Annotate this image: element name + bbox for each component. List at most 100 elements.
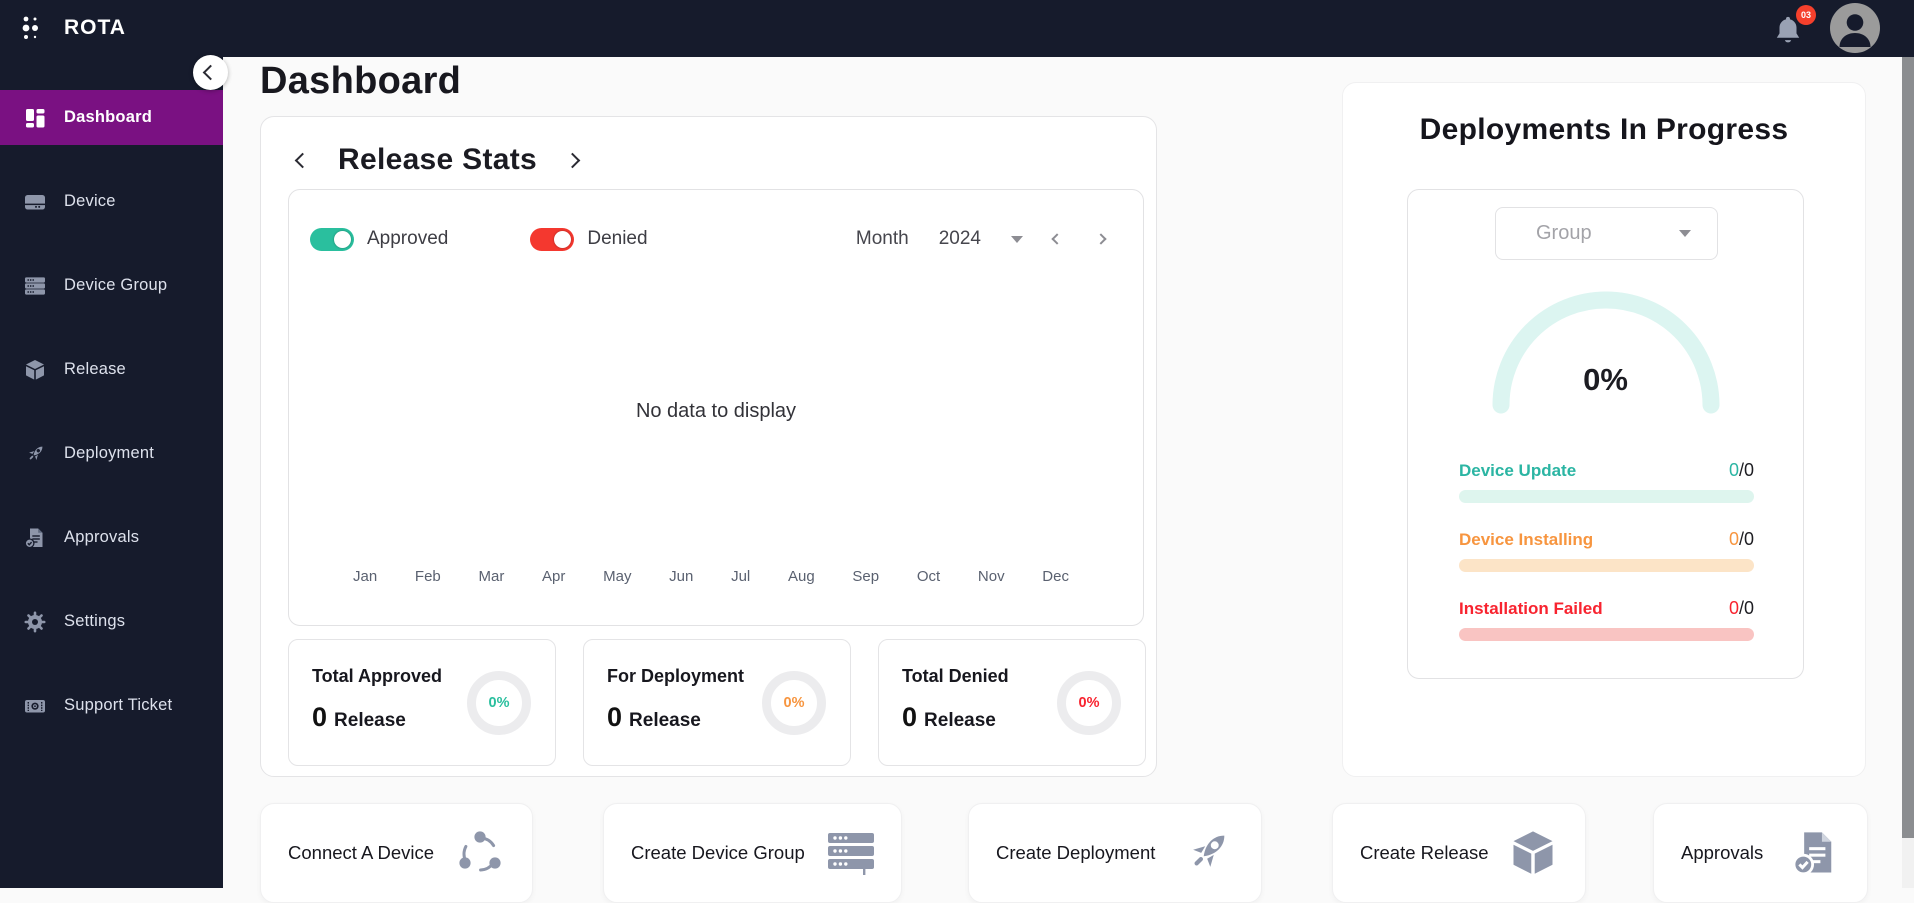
release-stats-chart: Approved Denied Month 2024 No data to di… (288, 189, 1144, 626)
month-tick: Feb (414, 568, 441, 585)
group-dropdown-placeholder: Group (1536, 222, 1592, 244)
sidebar-item-dashboard[interactable]: Dashboard (0, 90, 223, 145)
month-tick: Sep (852, 568, 880, 585)
row-value: 0 (1728, 460, 1739, 480)
month-tick: Apr (542, 568, 566, 585)
action-label: Connect A Device (288, 842, 435, 863)
period-year-value[interactable]: 2024 (939, 228, 981, 250)
sidebar-item-approvals[interactable]: Approvals (0, 510, 223, 565)
progress-bar (1459, 628, 1754, 641)
page-scrollbar-track (1902, 57, 1914, 888)
summary-unit: Release (334, 710, 406, 731)
summary-title: Total Denied (902, 666, 1009, 686)
action-label: Create Deployment (996, 842, 1156, 863)
sidebar-item-deployment[interactable]: Deployment (0, 426, 223, 481)
rota-logo-icon (22, 16, 38, 39)
sidebar-nav: Dashboard Device Device Group Release De… (0, 57, 223, 888)
sidebar-item-label: Device (64, 192, 116, 210)
server-stack-icon (828, 833, 874, 875)
group-dropdown[interactable]: Group (1495, 207, 1718, 260)
device-icon (25, 194, 45, 209)
month-tick: Mar (478, 568, 505, 585)
cube-icon (1513, 831, 1553, 874)
release-stats-card: Release Stats Approved Denied Month 2024… (260, 116, 1157, 777)
ticket-icon (25, 699, 45, 712)
month-tick: Nov (977, 568, 1005, 585)
summary-percent: 0% (783, 695, 805, 711)
period-prev-button[interactable] (1051, 233, 1063, 245)
month-tick: May (603, 568, 632, 585)
notification-badge: 03 (1796, 5, 1816, 25)
rocket-icon (1193, 835, 1225, 867)
sidebar-item-device-group[interactable]: Device Group (0, 258, 223, 313)
progress-bar (1459, 559, 1754, 572)
server-stack-icon (25, 276, 45, 295)
summary-title: For Deployment (607, 666, 745, 686)
deployments-title: Deployments In Progress (1419, 113, 1789, 146)
release-stats-title: Release Stats (338, 143, 538, 176)
chevron-left-icon (202, 64, 219, 81)
progress-ring: 0% (467, 671, 531, 735)
action-label: Create Device Group (631, 842, 805, 863)
empty-chart-message: No data to display (635, 400, 797, 422)
row-total: /0 (1738, 598, 1754, 618)
document-check-icon (1792, 832, 1832, 876)
summary-count: 0 (902, 702, 918, 732)
summary-unit: Release (924, 710, 996, 731)
chevron-down-icon[interactable] (1011, 235, 1023, 243)
connect-device-action-card[interactable]: Connect A Device (260, 803, 533, 903)
page-title: Dashboard (260, 60, 462, 102)
chevron-down-icon (1679, 230, 1691, 237)
release-stats-prev-button[interactable] (294, 152, 311, 168)
row-label: Device Update (1459, 460, 1577, 480)
action-label: Approvals (1681, 842, 1764, 863)
sidebar-item-device[interactable]: Device (0, 174, 223, 229)
row-label: Installation Failed (1459, 598, 1603, 618)
create-device-group-action-card[interactable]: Create Device Group (603, 803, 902, 903)
app-title: ROTA (64, 16, 126, 39)
approved-toggle[interactable] (310, 227, 354, 251)
summary-percent: 0% (1078, 695, 1100, 711)
row-label: Device Installing (1459, 529, 1594, 549)
summary-unit: Release (629, 710, 701, 731)
page-scrollbar-thumb[interactable] (1902, 57, 1914, 838)
sidebar-item-settings[interactable]: Settings (0, 594, 223, 649)
period-mode-select[interactable]: Month (856, 228, 909, 250)
notifications-button[interactable]: 03 (1768, 5, 1816, 52)
dashboard-grid-icon (26, 108, 45, 127)
approvals-action-card[interactable]: Approvals (1653, 803, 1868, 903)
denied-toggle[interactable] (530, 227, 575, 251)
deployments-panel: Deployments In Progress Group 0% Device … (1342, 82, 1866, 777)
denied-toggle-label: Denied (587, 228, 648, 249)
progress-ring: 0% (1057, 671, 1121, 735)
user-avatar[interactable] (1830, 3, 1880, 58)
sidebar-item-release[interactable]: Release (0, 342, 223, 397)
month-tick: Aug (787, 568, 815, 585)
sidebar-collapse-button[interactable] (193, 55, 228, 90)
gauge-arc (1492, 291, 1720, 414)
summary-count: 0 (312, 702, 328, 732)
sidebar-item-label: Settings (64, 612, 126, 630)
action-label: Create Release (1360, 842, 1489, 863)
deployments-card: Group 0% Device Update 0 /0 Device Insta… (1407, 189, 1804, 679)
create-deployment-action-card[interactable]: Create Deployment (968, 803, 1262, 903)
summary-title: Total Approved (312, 666, 442, 686)
brand: ROTA (18, 12, 126, 44)
toggle-knob (554, 230, 572, 248)
approved-toggle-label: Approved (367, 228, 449, 249)
toggle-knob (334, 230, 351, 248)
row-total: /0 (1738, 460, 1754, 480)
progress-bar (1459, 490, 1754, 503)
row-value: 0 (1728, 598, 1739, 618)
gauge-percent: 0% (1583, 362, 1628, 397)
period-next-button[interactable] (1095, 233, 1107, 245)
release-stats-next-button[interactable] (564, 152, 581, 168)
month-tick: Oct (916, 568, 941, 585)
sidebar-item-label: Release (64, 360, 126, 378)
sidebar-item-support-ticket[interactable]: Support Ticket (0, 678, 223, 733)
sidebar-item-label: Dashboard (64, 108, 152, 126)
create-release-action-card[interactable]: Create Release (1332, 803, 1586, 903)
progress-ring: 0% (762, 671, 826, 735)
month-axis: Jan Feb Mar Apr May Jun Jul Aug Sep Oct … (353, 568, 1069, 585)
summary-percent: 0% (488, 695, 510, 711)
